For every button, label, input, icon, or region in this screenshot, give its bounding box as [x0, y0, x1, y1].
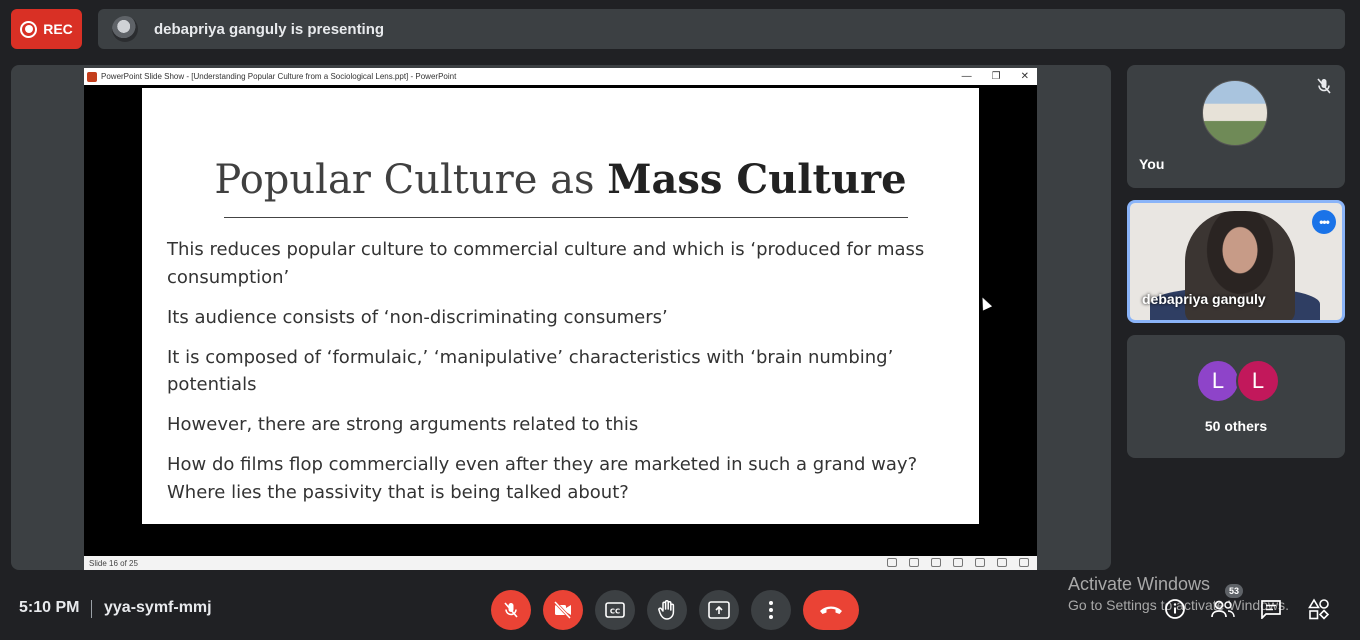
- people-button[interactable]: [1210, 596, 1236, 622]
- clock: 5:10 PM: [19, 599, 80, 616]
- camera-off-icon: [553, 600, 572, 620]
- others-count-label: 50 others: [1204, 418, 1268, 434]
- mic-toggle-button[interactable]: [491, 590, 531, 630]
- slide-title: Popular Culture as Mass Culture: [142, 156, 979, 203]
- presenter-name: debapriya ganguly: [1142, 291, 1266, 307]
- mouse-cursor-icon: [977, 295, 993, 311]
- slide-sorter-icon[interactable]: [975, 558, 985, 567]
- view-controls: [887, 558, 1029, 567]
- chat-icon: [1261, 600, 1281, 619]
- chat-button[interactable]: [1258, 596, 1284, 622]
- svg-text:CC: CC: [610, 608, 620, 616]
- slide-title-bold: Mass Culture: [607, 156, 907, 203]
- presenting-text: debapriya ganguly is presenting: [154, 20, 385, 38]
- next-slide-icon[interactable]: [931, 558, 941, 567]
- powerpoint-icon: [87, 71, 97, 82]
- slide-counter: Slide 16 of 25: [89, 558, 138, 568]
- avatar: L: [1236, 359, 1280, 403]
- ppt-statusbar: Slide 16 of 25: [84, 556, 1037, 570]
- mic-off-icon: [1315, 77, 1333, 95]
- captions-button[interactable]: CC: [595, 590, 635, 630]
- record-icon: [20, 20, 38, 38]
- slide-title-plain: Popular Culture as: [214, 157, 608, 203]
- presenter-tile[interactable]: ••• debapriya ganguly: [1127, 200, 1345, 323]
- camera-toggle-button[interactable]: [543, 590, 583, 630]
- meeting-details-button[interactable]: [1162, 596, 1188, 622]
- avatar: L: [1196, 359, 1240, 403]
- recording-indicator[interactable]: REC: [11, 9, 82, 49]
- self-tile[interactable]: You: [1127, 65, 1345, 188]
- captions-icon: CC: [605, 602, 625, 618]
- self-label: You: [1139, 156, 1165, 172]
- slide-bullet: It is composed of ‘formulaic,’ ‘manipula…: [167, 346, 894, 396]
- divider: [91, 600, 92, 618]
- raise-hand-button[interactable]: [647, 590, 687, 630]
- reading-view-icon[interactable]: [997, 558, 1007, 567]
- slide-bullet: However, there are strong arguments rela…: [167, 414, 639, 435]
- close-icon[interactable]: ✕: [1021, 71, 1029, 82]
- presenting-banner: debapriya ganguly is presenting: [98, 9, 1345, 49]
- info-icon: [1165, 599, 1185, 619]
- end-call-icon: [820, 606, 842, 614]
- activities-button[interactable]: [1306, 596, 1332, 622]
- slide-bullet: How do films flop commercially even afte…: [167, 454, 918, 503]
- normal-view-icon[interactable]: [953, 558, 963, 567]
- restore-icon[interactable]: ❐: [992, 71, 1001, 82]
- activities-icon: [1308, 598, 1330, 620]
- minimize-icon[interactable]: —: [962, 71, 972, 82]
- people-icon: [1211, 600, 1235, 618]
- rec-label: REC: [43, 21, 73, 37]
- menu-icon[interactable]: [909, 558, 919, 567]
- watermark-title: Activate Windows: [1068, 574, 1211, 594]
- previous-slide-icon[interactable]: [887, 558, 897, 567]
- mic-off-icon: [504, 602, 518, 618]
- ppt-titlebar: PowerPoint Slide Show - [Understanding P…: [84, 68, 1037, 85]
- people-count-badge: 53: [1225, 584, 1243, 598]
- slide: Popular Culture as Mass Culture This red…: [142, 88, 979, 524]
- more-options-button[interactable]: •••: [1312, 210, 1336, 234]
- others-tile[interactable]: L L 50 others: [1127, 335, 1345, 458]
- presentation-stage: PowerPoint Slide Show - [Understanding P…: [11, 65, 1111, 570]
- slide-bullet: Its audience consists of ‘non-discrimina…: [167, 306, 668, 328]
- present-screen-icon: [708, 601, 730, 619]
- slide-body: This reduces popular culture to commerci…: [167, 236, 967, 519]
- self-avatar: [1202, 80, 1268, 146]
- present-button[interactable]: [699, 590, 739, 630]
- hand-icon: [658, 600, 675, 620]
- powerpoint-window: PowerPoint Slide Show - [Understanding P…: [84, 68, 1037, 570]
- window-controls: — ❐ ✕: [962, 68, 1029, 85]
- meeting-code: yya-symf-mmj: [104, 599, 212, 616]
- others-avatars: L L: [1196, 359, 1280, 403]
- presenter-avatar: [112, 16, 138, 42]
- ppt-window-title: PowerPoint Slide Show - [Understanding P…: [101, 72, 457, 81]
- slide-bullet: This reduces popular culture to commerci…: [167, 239, 925, 288]
- more-options-button[interactable]: [751, 590, 791, 630]
- title-divider: [224, 217, 908, 218]
- slideshow-view-icon[interactable]: [1019, 558, 1029, 567]
- leave-call-button[interactable]: [803, 590, 859, 630]
- more-vert-icon: [769, 601, 773, 619]
